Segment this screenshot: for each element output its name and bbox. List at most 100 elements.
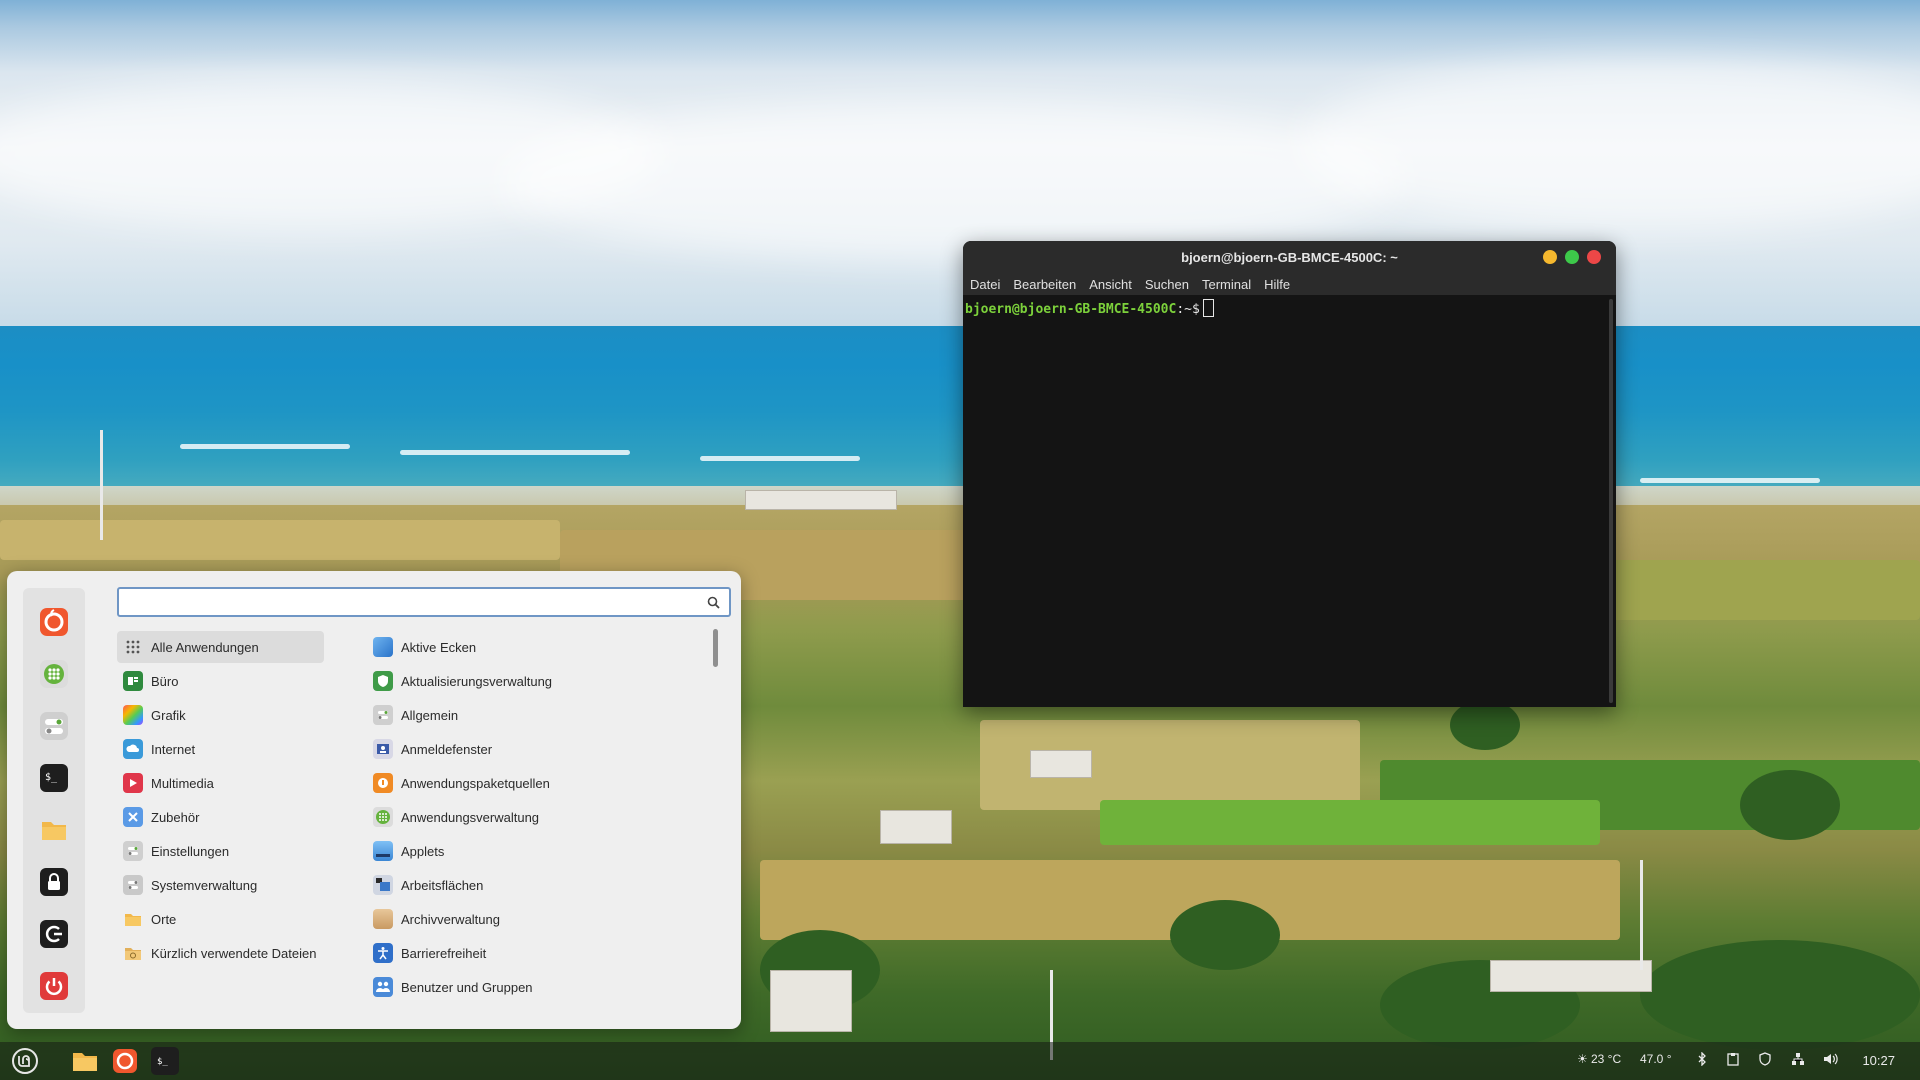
menu-icon[interactable] (11, 1047, 39, 1075)
clipboard-icon[interactable] (1727, 1052, 1739, 1069)
app-anmeldefenster[interactable]: Anmeldefenster (367, 733, 697, 765)
category-zubehoer[interactable]: Zubehör (117, 801, 324, 833)
software-manager-icon[interactable] (36, 656, 72, 692)
category-label: Multimedia (151, 775, 214, 791)
settings-toggle-icon[interactable] (36, 708, 72, 744)
app-anwendungspaketquellen[interactable]: Anwendungspaketquellen (367, 767, 697, 799)
login-window-icon (373, 739, 393, 759)
lock-icon[interactable] (36, 864, 72, 900)
category-multimedia[interactable]: Multimedia (117, 767, 324, 799)
menu-bearbeiten[interactable]: Bearbeiten (1013, 277, 1076, 292)
menu-datei[interactable]: Datei (970, 277, 1000, 292)
category-kuerzlich[interactable]: Kürzlich verwendete Dateien (117, 937, 324, 969)
logout-icon[interactable] (36, 916, 72, 952)
svg-text:$_: $_ (157, 1057, 168, 1067)
shield-icon[interactable] (1759, 1052, 1771, 1069)
category-grafik[interactable]: Grafik (117, 699, 324, 731)
category-label: Zubehör (151, 809, 200, 825)
category-alle-anwendungen[interactable]: Alle Anwendungen (117, 631, 324, 663)
app-aktive-ecken[interactable]: Aktive Ecken (367, 631, 697, 663)
search-input[interactable] (125, 589, 689, 617)
settings-icon (123, 841, 143, 861)
category-label: Internet (151, 741, 196, 757)
category-internet[interactable]: Internet (117, 733, 324, 765)
app-label: Anwendungspaketquellen (401, 775, 550, 791)
app-barrierefreiheit[interactable]: Barrierefreiheit (367, 937, 697, 969)
terminal-menubar: Datei Bearbeiten Ansicht Suchen Terminal… (963, 273, 1616, 295)
category-buero[interactable]: Büro (117, 665, 324, 697)
minimize-button[interactable] (1543, 250, 1557, 264)
app-archivverwaltung[interactable]: Archivverwaltung (367, 903, 697, 935)
terminal-cursor (1202, 299, 1214, 317)
menu-suchen[interactable]: Suchen (1145, 277, 1189, 292)
applets-icon (373, 841, 393, 861)
prompt-user: bjoern@bjoern-GB-BMCE-4500C (965, 302, 1177, 317)
category-orte[interactable]: Orte (117, 903, 324, 935)
terminal-titlebar[interactable]: bjoern@bjoern-GB-BMCE-4500C: ~ (963, 241, 1616, 273)
volume-icon[interactable] (1823, 1052, 1839, 1069)
terminal-content[interactable]: bjoern@bjoern-GB-BMCE-4500C:~$ (963, 295, 1616, 707)
archive-icon (373, 909, 393, 929)
network-icon[interactable] (1791, 1052, 1805, 1069)
app-label: Allgemein (401, 707, 459, 723)
workspaces-icon (373, 875, 393, 895)
app-arbeitsflaechen[interactable]: Arbeitsflächen (367, 869, 697, 901)
svg-text:$_: $_ (45, 772, 58, 783)
grid-icon (123, 637, 143, 657)
users-groups-icon (373, 977, 393, 997)
hot-corners-icon (373, 637, 393, 657)
category-einstellungen[interactable]: Einstellungen (117, 835, 324, 867)
update-shield-icon (373, 671, 393, 691)
app-label: Anmeldefenster (401, 741, 493, 757)
terminal-title: bjoern@bjoern-GB-BMCE-4500C: ~ (1181, 250, 1398, 265)
app-anwendungsverwaltung[interactable]: Anwendungsverwaltung (367, 801, 697, 833)
app-list-scrollbar[interactable] (713, 629, 718, 667)
menu-ansicht[interactable]: Ansicht (1089, 277, 1132, 292)
category-label: Orte (151, 911, 177, 927)
prompt-path: :~$ (1176, 302, 1200, 317)
app-label: Barrierefreiheit (401, 945, 487, 961)
app-benutzer-und-gruppen[interactable]: Benutzer und Gruppen (367, 971, 697, 1003)
recent-files-icon (123, 943, 143, 963)
weather-icon[interactable]: ☀ (1577, 1052, 1588, 1066)
category-label: Alle Anwendungen (151, 639, 259, 655)
app-label: Applets (401, 843, 445, 859)
app-label: Archivverwaltung (401, 911, 500, 927)
app-label: Aktive Ecken (401, 639, 477, 655)
menu-hilfe[interactable]: Hilfe (1264, 277, 1290, 292)
terminal-icon[interactable]: $_ (151, 1047, 179, 1075)
folder-icon[interactable] (36, 812, 72, 848)
terminal-icon[interactable]: $_ (36, 760, 72, 796)
category-label: Systemverwaltung (151, 877, 258, 893)
bottom-panel: $_ ☀ 23 °C 47.0 ° 10:27 (0, 1042, 1920, 1080)
clock[interactable]: 10:27 (1862, 1053, 1895, 1068)
category-label: Büro (151, 673, 179, 689)
app-allgemein[interactable]: Allgemein (367, 699, 697, 731)
cpu-temperature-label[interactable]: 47.0 ° (1640, 1052, 1672, 1066)
software-manager-icon (373, 807, 393, 827)
multimedia-icon (123, 773, 143, 793)
app-label: Arbeitsflächen (401, 877, 484, 893)
app-label: Aktualisierungsverwaltung (401, 673, 553, 689)
search-icon (707, 596, 720, 609)
bluetooth-icon[interactable] (1697, 1051, 1707, 1069)
firefox-icon[interactable] (36, 604, 72, 640)
menu-terminal[interactable]: Terminal (1202, 277, 1251, 292)
accessibility-icon (373, 943, 393, 963)
terminal-scrollbar[interactable] (1609, 299, 1613, 703)
app-aktualisierungsverwaltung[interactable]: Aktualisierungsverwaltung (367, 665, 697, 697)
maximize-button[interactable] (1565, 250, 1579, 264)
power-icon[interactable] (36, 968, 72, 1004)
category-systemverwaltung[interactable]: Systemverwaltung (117, 869, 324, 901)
files-icon[interactable] (71, 1047, 99, 1075)
app-applets[interactable]: Applets (367, 835, 697, 867)
favorites-bar: $_ (23, 588, 85, 1013)
close-button[interactable] (1587, 250, 1601, 264)
search-box[interactable] (117, 587, 731, 617)
temperature-label[interactable]: 23 °C (1591, 1052, 1621, 1066)
graphics-icon (123, 705, 143, 725)
category-label: Kürzlich verwendete Dateien (151, 945, 317, 961)
internet-icon (123, 739, 143, 759)
firefox-icon[interactable] (111, 1047, 139, 1075)
terminal-window[interactable]: bjoern@bjoern-GB-BMCE-4500C: ~ Datei Bea… (963, 241, 1616, 707)
